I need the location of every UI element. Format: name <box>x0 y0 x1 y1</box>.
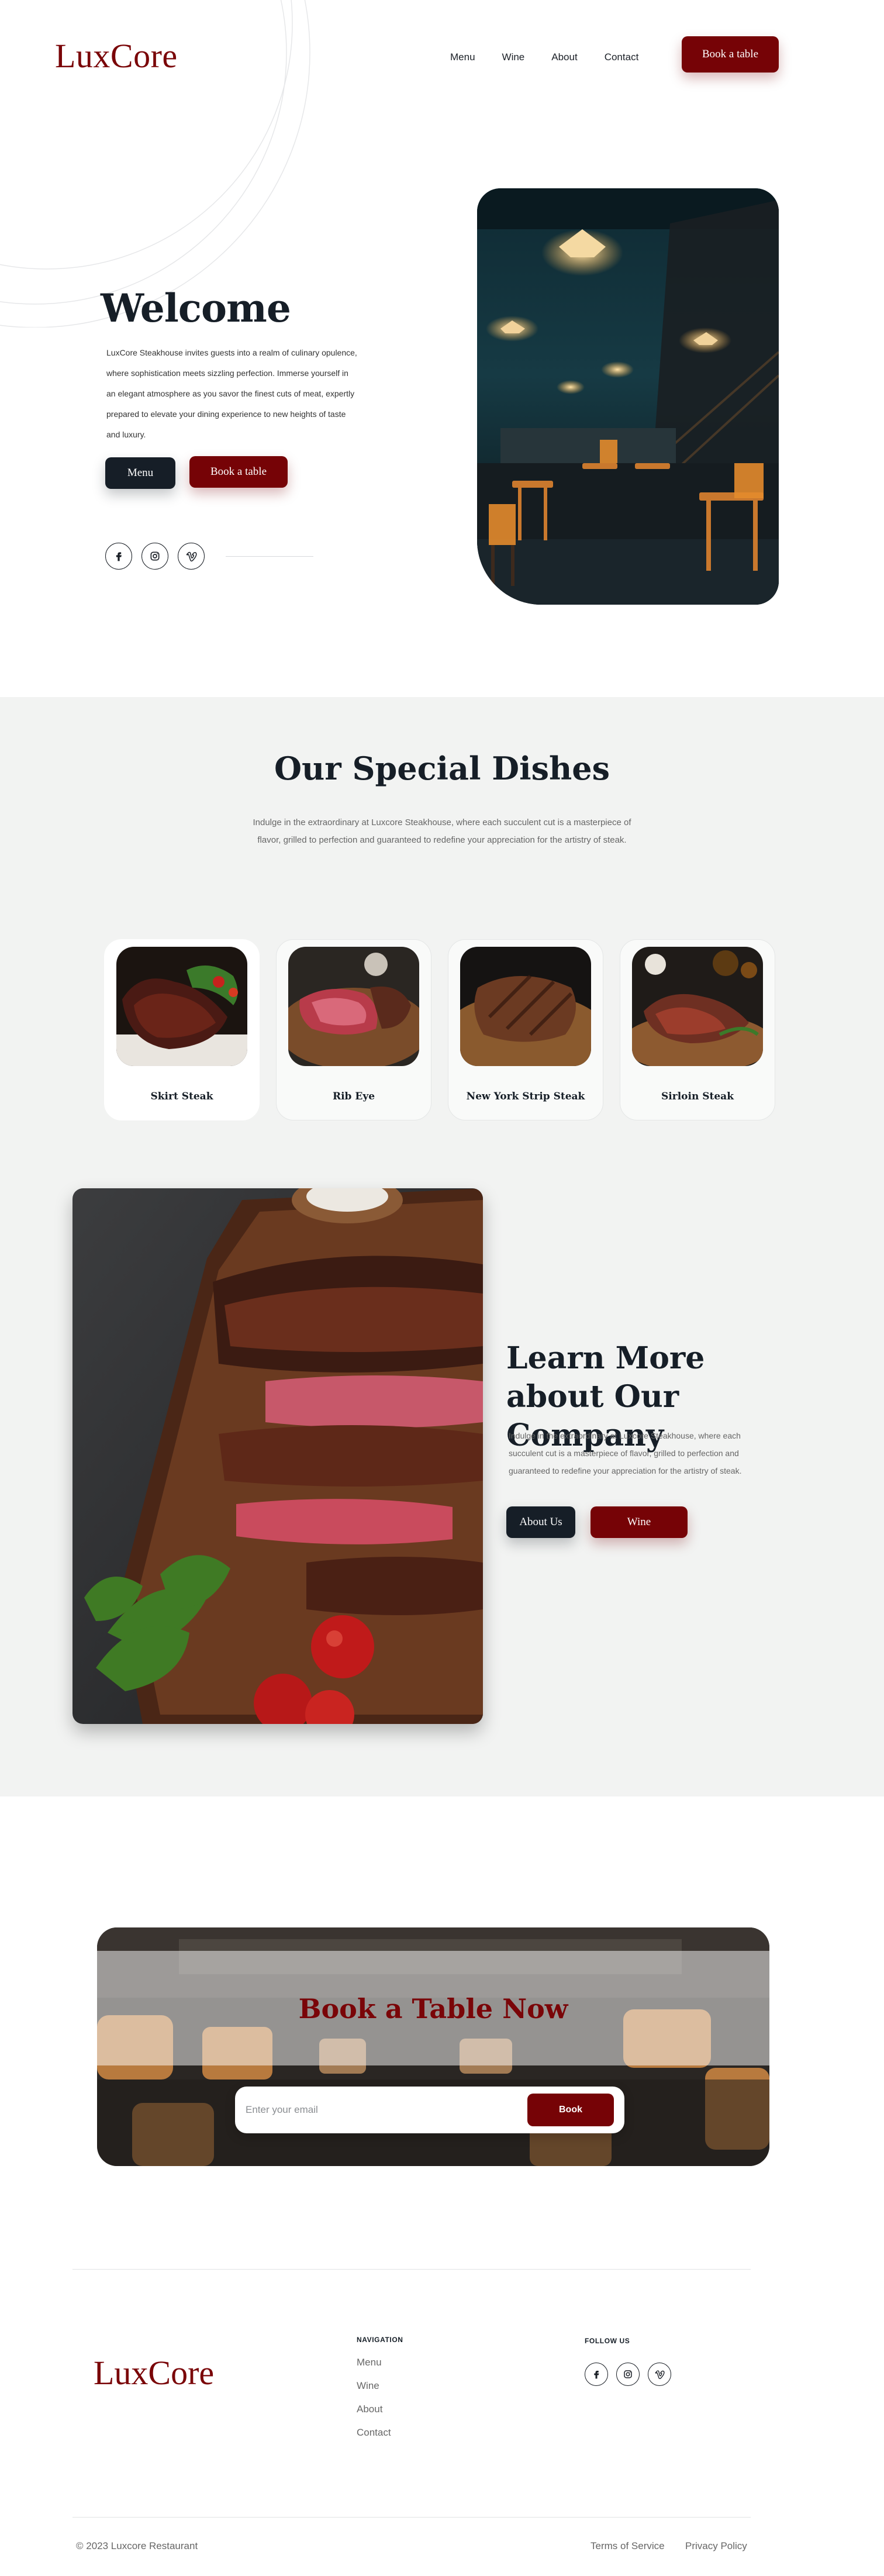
dish-card-skirt-steak[interactable]: Skirt Steak <box>104 939 260 1120</box>
hero-menu-button[interactable]: Menu <box>105 457 175 489</box>
footer-nav-contact[interactable]: Contact <box>357 2427 391 2439</box>
facebook-icon[interactable] <box>105 543 132 570</box>
nav-menu[interactable]: Menu <box>450 51 475 63</box>
logo[interactable]: LuxCore <box>55 36 178 75</box>
footer-bottom-divider <box>72 2517 751 2518</box>
dish-cards: Skirt Steak Rib Eye New York Strip Steak… <box>104 939 775 1120</box>
footer-nav-about[interactable]: About <box>357 2403 391 2415</box>
terms-of-service-link[interactable]: Terms of Service <box>591 2540 665 2552</box>
vimeo-icon[interactable] <box>648 2363 671 2386</box>
nav-wine[interactable]: Wine <box>502 51 525 63</box>
footer-top-divider <box>72 2269 751 2270</box>
skirt-steak-image <box>116 947 247 1066</box>
privacy-policy-link[interactable]: Privacy Policy <box>685 2540 747 2552</box>
dish-name: New York Strip Steak <box>466 1091 585 1102</box>
copyright-text: © 2023 Luxcore Restaurant <box>76 2540 198 2552</box>
social-divider-line <box>226 556 313 557</box>
nav-about[interactable]: About <box>551 51 577 63</box>
email-input[interactable] <box>246 2094 526 2126</box>
wine-button[interactable]: Wine <box>591 1506 688 1538</box>
restaurant-interior-image <box>477 188 779 605</box>
about-us-button[interactable]: About Us <box>506 1506 575 1538</box>
header-book-table-button[interactable]: Book a table <box>682 36 779 73</box>
rib-eye-image <box>288 947 419 1066</box>
footer-logo[interactable]: LuxCore <box>94 2353 214 2392</box>
book-table-banner: Book a Table Now Book <box>97 1927 769 2166</box>
footer-nav-menu[interactable]: Menu <box>357 2357 391 2368</box>
footer-follow-heading: FOLLOW US <box>585 2337 630 2345</box>
hero-title: Welcome <box>101 285 291 331</box>
instagram-icon[interactable] <box>616 2363 640 2386</box>
sliced-steak-image <box>72 1188 483 1724</box>
dish-name: Rib Eye <box>332 1091 375 1102</box>
dish-card-rib-eye[interactable]: Rib Eye <box>276 939 431 1120</box>
dish-name: Skirt Steak <box>150 1091 213 1102</box>
book-submit-button[interactable]: Book <box>527 2094 614 2126</box>
nav-contact[interactable]: Contact <box>605 51 639 63</box>
footer-nav: Menu Wine About Contact <box>357 2357 391 2439</box>
footer-social-links <box>585 2363 671 2386</box>
special-dishes-section: Our Special Dishes Indulge in the extrao… <box>0 697 884 1796</box>
dishes-title: Our Special Dishes <box>274 750 610 787</box>
hero-social-links <box>105 543 313 570</box>
dish-card-new-york-strip-steak[interactable]: New York Strip Steak <box>448 939 603 1120</box>
dish-name: Sirloin Steak <box>661 1091 734 1102</box>
new-york-strip-steak-image <box>460 947 591 1066</box>
learn-more-description: Indulge in the extraordinary at Luxcore … <box>509 1431 742 1475</box>
dishes-description: Indulge in the extraordinary at Luxcore … <box>253 818 631 845</box>
main-nav: Menu Wine About Contact <box>450 51 665 63</box>
copyright-label: 2023 Luxcore Restaurant <box>86 2540 198 2551</box>
dish-card-sirloin-steak[interactable]: Sirloin Steak <box>620 939 775 1120</box>
copyright-icon: © <box>76 2540 84 2551</box>
footer-nav-wine[interactable]: Wine <box>357 2380 391 2392</box>
book-table-title: Book a Table Now <box>298 1993 568 2025</box>
instagram-icon[interactable] <box>141 543 168 570</box>
site-header: LuxCore Menu Wine About Contact Book a t… <box>0 0 884 117</box>
sirloin-steak-image <box>632 947 763 1066</box>
vimeo-icon[interactable] <box>178 543 205 570</box>
hero-book-table-button[interactable]: Book a table <box>189 456 288 488</box>
footer-navigation-heading: NAVIGATION <box>357 2336 403 2344</box>
booking-form: Book <box>235 2087 624 2133</box>
facebook-icon[interactable] <box>585 2363 608 2386</box>
hero-description: LuxCore Steakhouse invites guests into a… <box>106 348 357 439</box>
